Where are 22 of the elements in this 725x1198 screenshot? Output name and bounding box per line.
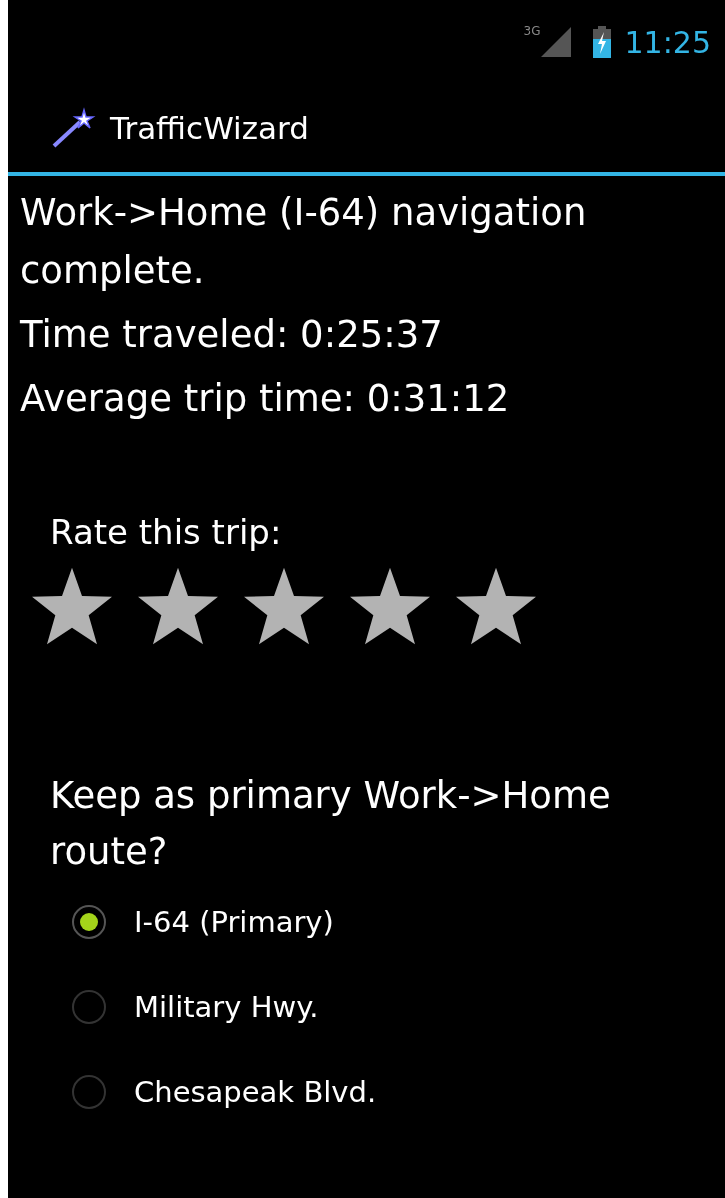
route-option[interactable]: I-64 (Primary) bbox=[134, 904, 334, 939]
star-icon bbox=[30, 566, 114, 646]
star-icon bbox=[454, 566, 538, 646]
star-icon bbox=[348, 566, 432, 646]
route-option[interactable]: Chesapeak Blvd. bbox=[134, 1074, 377, 1109]
route-option[interactable]: Military Hwy. bbox=[134, 989, 319, 1024]
summary-text: Time traveled: 0:25:37 bbox=[20, 312, 444, 358]
star-icon bbox=[136, 566, 220, 646]
summary-text: Work->Home (I-64) navigation complete. bbox=[20, 190, 588, 294]
summary-text: Average trip time: 0:31:12 bbox=[20, 376, 511, 422]
clock-time: 11:25 bbox=[624, 24, 711, 60]
battery-charging-icon bbox=[592, 26, 611, 58]
rating-bar[interactable] bbox=[30, 566, 538, 646]
network-type: 3G bbox=[523, 24, 541, 38]
route-question: Keep as primary Work->Home route? bbox=[50, 773, 612, 875]
rating-label: Rate this trip: bbox=[50, 512, 283, 552]
star-icon bbox=[242, 566, 326, 646]
signal-icon bbox=[540, 27, 571, 57]
app-title: TrafficWizard bbox=[110, 110, 309, 146]
radio-button[interactable] bbox=[72, 989, 106, 1024]
radio-button[interactable] bbox=[72, 904, 106, 939]
radio-button[interactable] bbox=[72, 1074, 106, 1109]
